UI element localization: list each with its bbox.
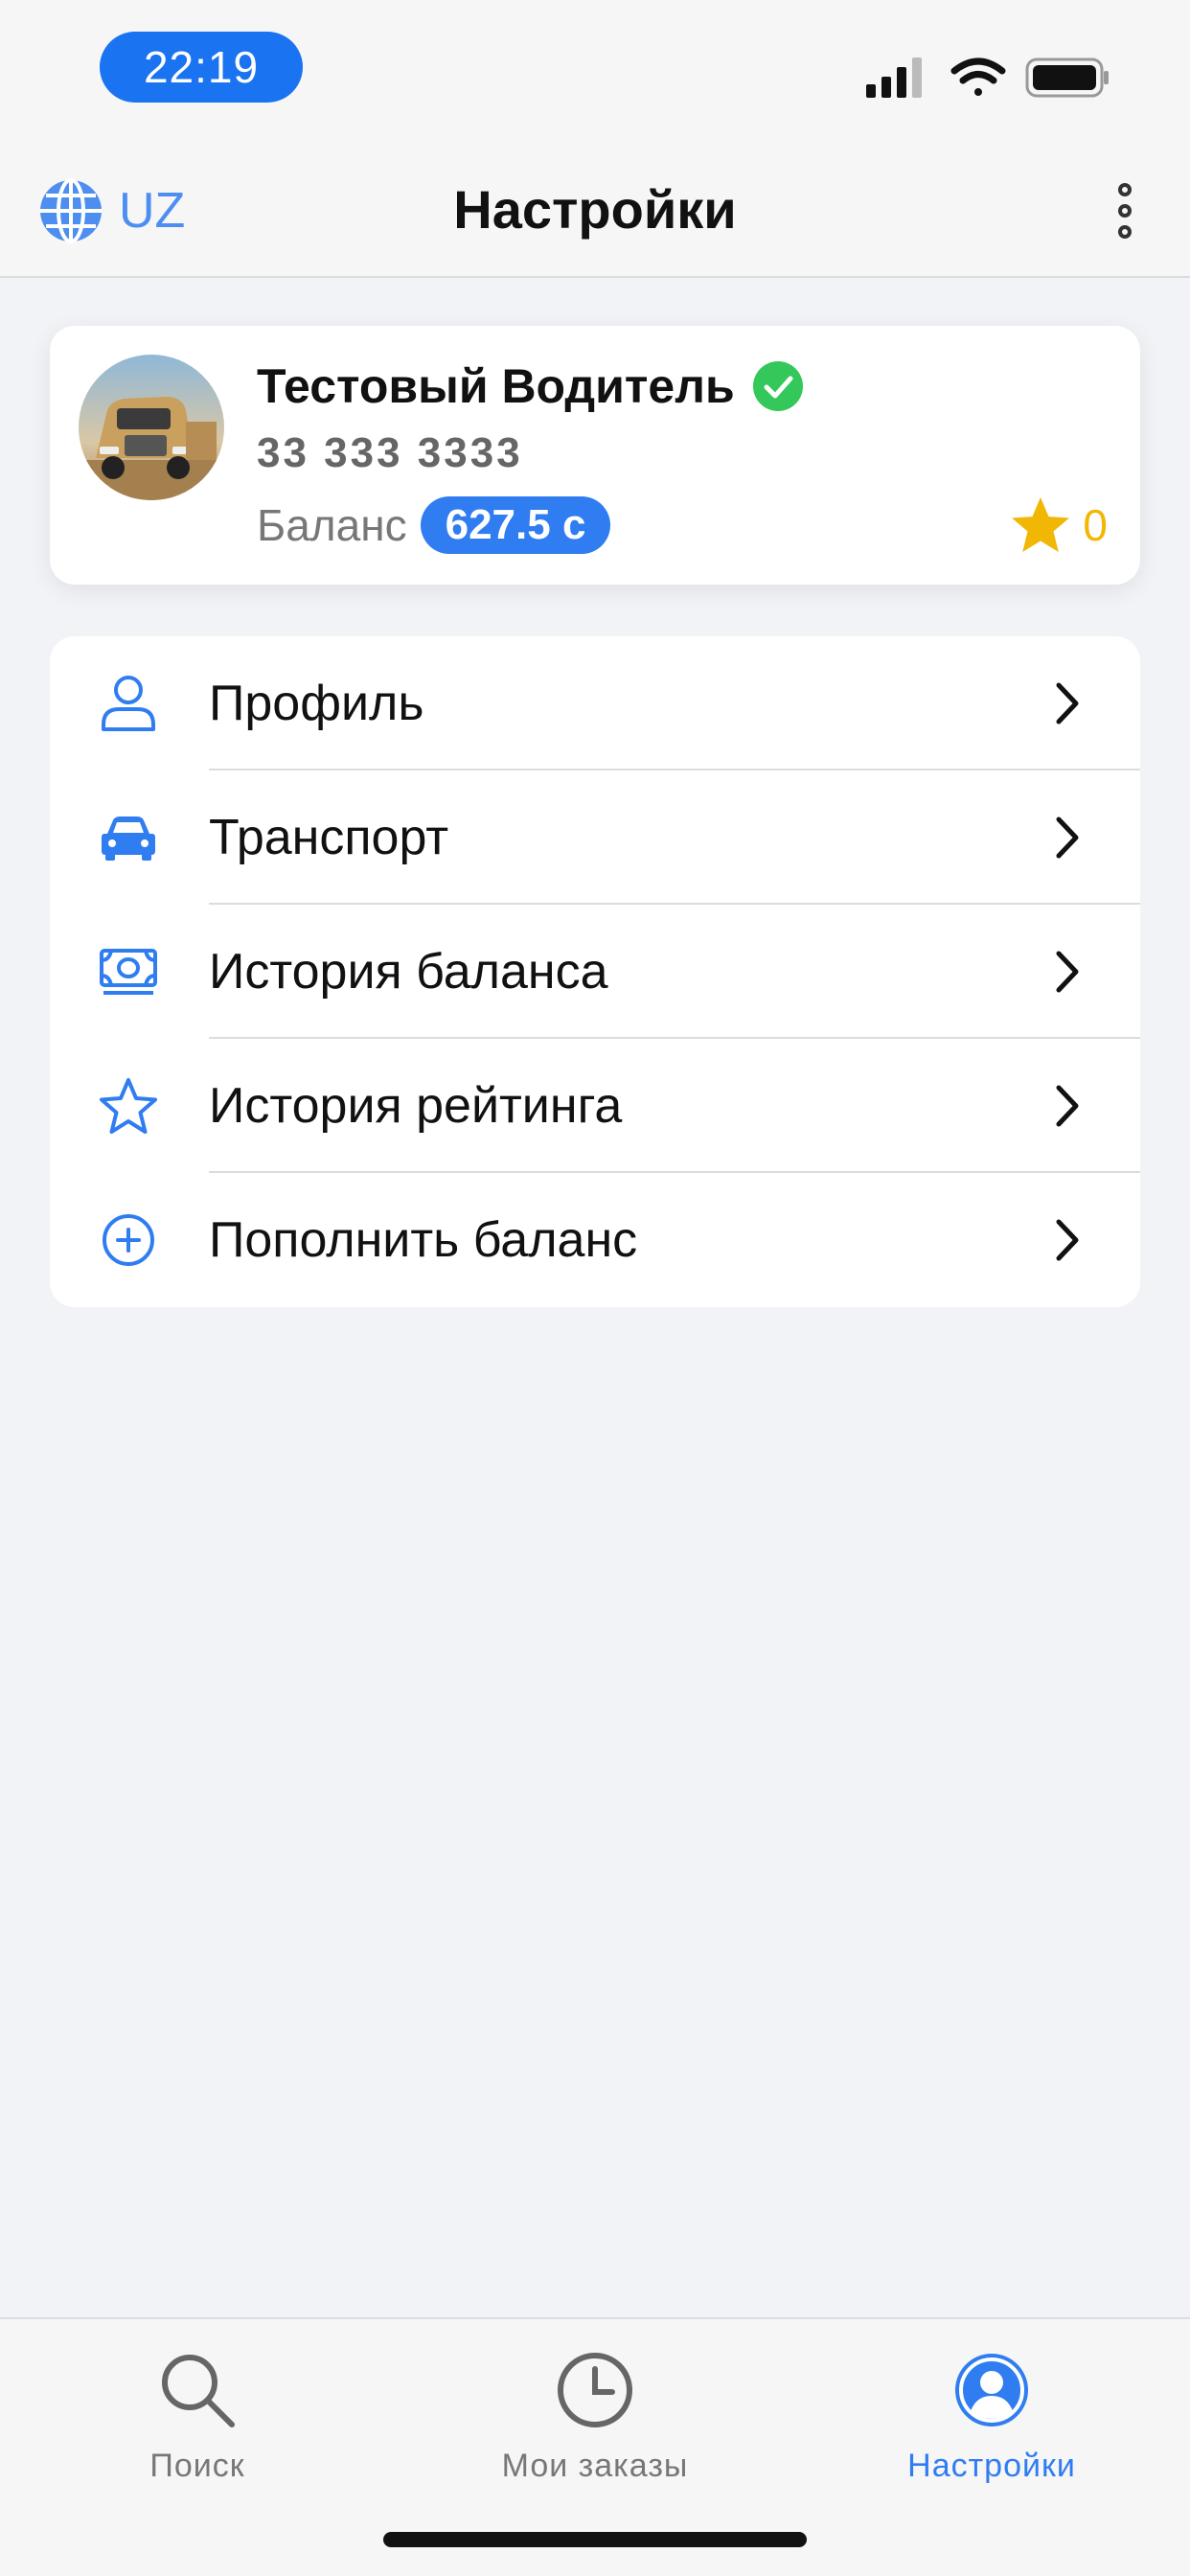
menu-item-top-up[interactable]: Пополнить баланс — [50, 1173, 1140, 1307]
chevron-right-icon — [1056, 816, 1079, 859]
tab-settings[interactable]: Настройки — [848, 2340, 1135, 2484]
more-vertical-icon[interactable] — [1104, 182, 1146, 240]
menu-item-label: Транспорт — [209, 810, 449, 865]
account-circle-icon — [955, 2354, 1028, 2426]
status-icons — [866, 58, 1109, 98]
battery-icon — [1025, 58, 1109, 98]
driver-name: Тестовый Водитель — [257, 359, 735, 413]
rating: 0 — [1010, 494, 1108, 556]
tab-label: Мои заказы — [501, 2448, 689, 2484]
menu-item-label: Профиль — [209, 676, 424, 731]
balance-label: Баланс — [257, 500, 407, 550]
balance-badge: 627.5 с — [420, 496, 611, 554]
person-icon — [98, 675, 159, 732]
profile-card[interactable]: Тестовый Водитель 33 333 3333 Баланс 627… — [50, 326, 1140, 585]
signal-icon — [866, 58, 922, 98]
settings-screen: 22:19 UZ Настройки Тестовый Водитель 33 … — [0, 0, 1190, 2576]
chevron-right-icon — [1056, 1085, 1079, 1127]
name-row: Тестовый Водитель — [257, 358, 804, 414]
page-title: Настройки — [453, 179, 737, 240]
menu-item-label: История рейтинга — [209, 1078, 623, 1134]
car-icon — [98, 809, 159, 866]
menu-item-rating-history[interactable]: История рейтинга — [50, 1039, 1140, 1173]
status-time: 22:19 — [100, 32, 303, 103]
home-indicator — [383, 2532, 807, 2547]
rating-value: 0 — [1083, 500, 1108, 550]
clock-icon — [558, 2353, 632, 2427]
status-bar: 22:19 — [0, 0, 1190, 144]
phone-number: 33 333 3333 — [257, 429, 523, 476]
verified-check-icon — [752, 361, 803, 411]
settings-menu: Профиль Транспорт История баланса Истори… — [50, 636, 1140, 1307]
chevron-right-icon — [1056, 1219, 1079, 1261]
tab-label: Поиск — [149, 2448, 245, 2484]
menu-item-transport[interactable]: Транспорт — [50, 770, 1140, 905]
avatar-truck-image — [79, 355, 224, 500]
tab-label: Настройки — [907, 2448, 1076, 2484]
wifi-icon — [950, 58, 1006, 96]
menu-item-label: История баланса — [209, 944, 608, 1000]
balance-row: Баланс 627.5 с — [257, 496, 611, 554]
plus-circle-icon — [98, 1211, 159, 1269]
menu-item-profile[interactable]: Профиль — [50, 636, 1140, 770]
chevron-right-icon — [1056, 951, 1079, 993]
navigation-bar: UZ Настройки — [0, 144, 1190, 278]
menu-item-balance-history[interactable]: История баланса — [50, 905, 1140, 1039]
star-outline-icon — [98, 1077, 159, 1135]
tab-my-orders[interactable]: Мои заказы — [451, 2340, 739, 2484]
avatar — [79, 355, 224, 500]
tab-search[interactable]: Поиск — [54, 2340, 341, 2484]
chevron-right-icon — [1056, 682, 1079, 724]
search-icon — [162, 2355, 235, 2427]
banknote-icon — [98, 943, 159, 1000]
star-icon — [1012, 497, 1070, 552]
menu-item-label: Пополнить баланс — [209, 1212, 638, 1268]
